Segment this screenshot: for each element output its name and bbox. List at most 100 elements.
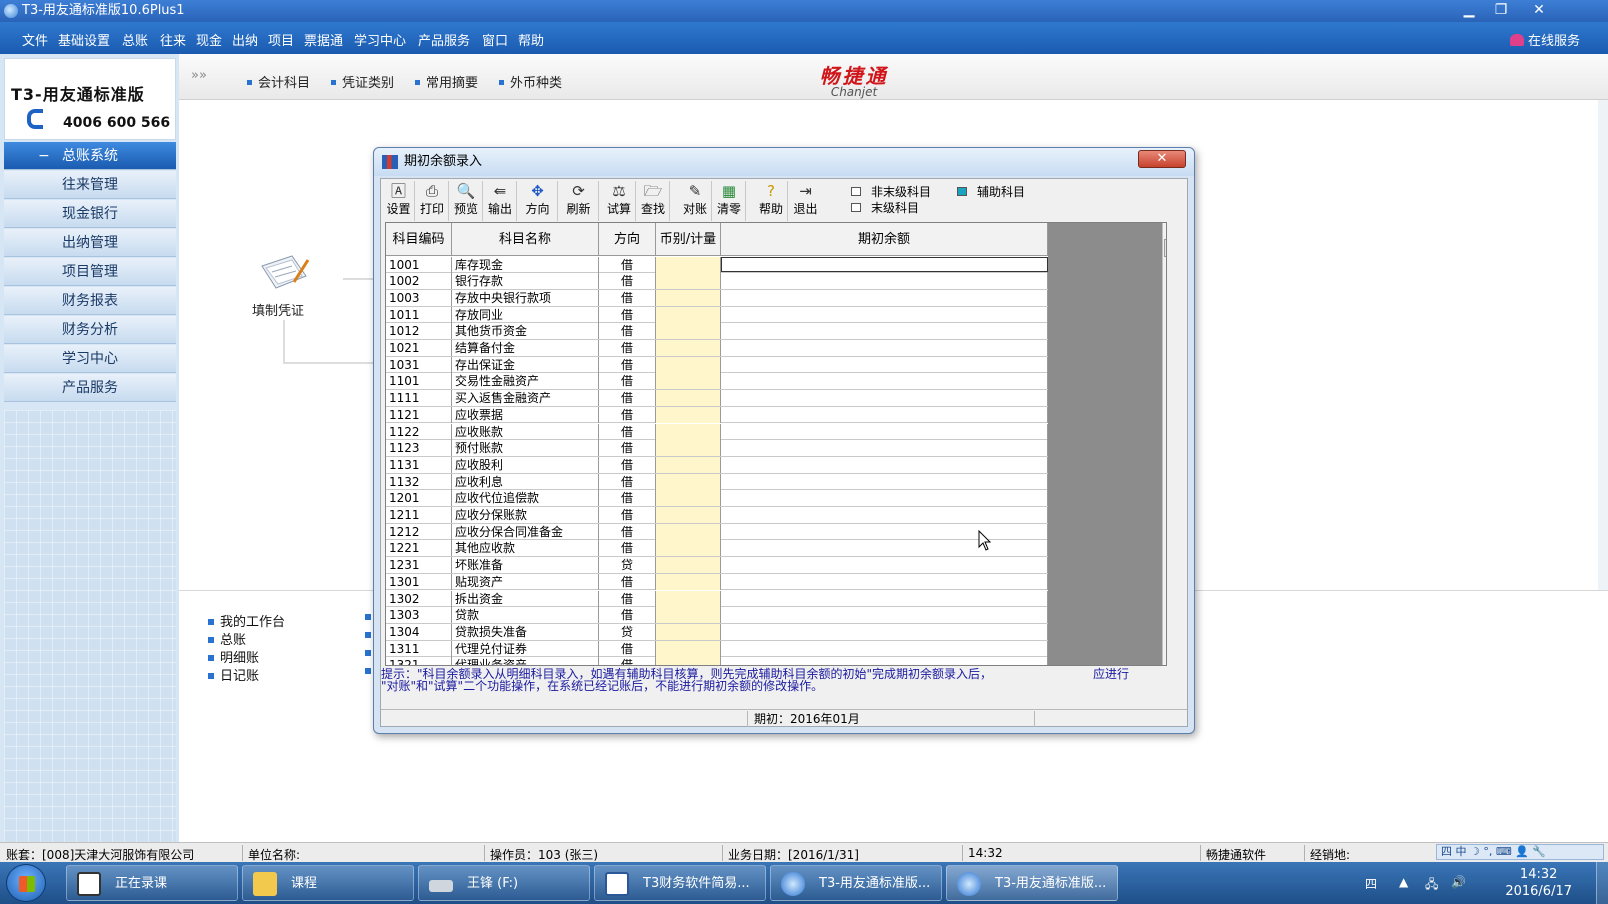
quick-link-currency[interactable]: 外币种类: [499, 72, 562, 91]
table-row[interactable]: 1201 应收代位追偿款借: [386, 490, 1048, 507]
quick-link-common-summary[interactable]: 常用摘要: [415, 72, 478, 91]
vertical-scrollbar[interactable]: ▲ ▼: [1162, 223, 1166, 665]
table-row[interactable]: 1221 其他应收款借: [386, 540, 1048, 558]
col-header-name[interactable]: 科目名称: [452, 223, 599, 256]
cell-direction[interactable]: 借: [599, 607, 656, 624]
reconcile-button[interactable]: ✎ 对账: [679, 181, 712, 221]
cell-currency[interactable]: [656, 406, 721, 423]
cell-account-name[interactable]: 银行存款: [452, 273, 599, 290]
table-row[interactable]: 1311 代理兑付证券借: [386, 640, 1048, 658]
cell-opening-balance[interactable]: [721, 390, 1048, 407]
cell-account-code[interactable]: 1101: [386, 373, 452, 390]
cell-account-code[interactable]: 1021: [386, 340, 452, 356]
cell-account-name[interactable]: 其他货币资金: [452, 323, 599, 340]
cell-currency[interactable]: [656, 340, 721, 356]
balance-edit-cell[interactable]: [721, 257, 1048, 272]
cell-opening-balance[interactable]: [721, 406, 1048, 423]
clear-button[interactable]: ▦ 清零: [713, 181, 746, 221]
cell-account-code[interactable]: 1221: [386, 540, 452, 557]
taskbar-item-t3-2[interactable]: T3-用友通标准版...: [946, 865, 1118, 901]
cell-account-name[interactable]: 应收账款: [452, 423, 599, 440]
cell-opening-balance[interactable]: [721, 523, 1048, 540]
cell-account-code[interactable]: 1132: [386, 473, 452, 490]
network-icon[interactable]: 🖧: [1425, 875, 1438, 896]
show-desktop-button[interactable]: [1596, 862, 1608, 904]
cell-currency[interactable]: [656, 623, 721, 640]
cell-direction[interactable]: 借: [599, 273, 656, 290]
cell-account-name[interactable]: 应收代位追偿款: [452, 490, 599, 507]
language-icon[interactable]: 四: [1365, 875, 1377, 892]
cell-opening-balance[interactable]: [721, 623, 1048, 640]
scroll-thumb[interactable]: [1164, 239, 1166, 257]
cell-account-name[interactable]: 库存现金: [452, 256, 599, 273]
menu-learning[interactable]: 学习中心: [354, 30, 406, 49]
cell-account-name[interactable]: 其他应收款: [452, 540, 599, 557]
sidebar-item-reports[interactable]: 财务报表: [4, 287, 176, 315]
cell-opening-balance[interactable]: [721, 573, 1048, 590]
cell-opening-balance[interactable]: [721, 607, 1048, 624]
menu-project[interactable]: 项目: [268, 30, 294, 49]
cell-account-code[interactable]: 1303: [386, 607, 452, 624]
cell-direction[interactable]: 借: [599, 340, 656, 356]
cell-direction[interactable]: 借: [599, 406, 656, 423]
cell-account-name[interactable]: 交易性金融资产: [452, 373, 599, 390]
cell-account-code[interactable]: 1121: [386, 406, 452, 423]
cell-currency[interactable]: [656, 490, 721, 507]
settings-button[interactable]: 🄰 设置: [383, 181, 415, 221]
volume-icon[interactable]: 🔊: [1451, 875, 1466, 889]
sidebar-item-product-service[interactable]: 产品服务: [4, 374, 176, 402]
cell-account-code[interactable]: 1003: [386, 289, 452, 306]
cell-opening-balance[interactable]: [721, 657, 1048, 665]
menu-cash[interactable]: 现金: [196, 30, 222, 49]
tray-expand-icon[interactable]: ▲: [1399, 875, 1408, 889]
table-row[interactable]: 1131 应收股利借: [386, 456, 1048, 474]
table-row[interactable]: 1101 交易性金融资产借: [386, 373, 1048, 391]
close-window-button[interactable]: ✕: [1522, 0, 1556, 20]
cell-account-name[interactable]: 买入返售金融资产: [452, 390, 599, 407]
cell-account-name[interactable]: 存放同业: [452, 306, 599, 323]
cell-opening-balance[interactable]: [721, 507, 1048, 523]
exit-button[interactable]: ⇥ 退出: [789, 181, 822, 221]
dialog-close-button[interactable]: ✕: [1138, 150, 1186, 168]
cell-account-code[interactable]: 1231: [386, 557, 452, 574]
table-row[interactable]: 1231 坏账准备贷: [386, 557, 1048, 574]
sidebar-item-learning[interactable]: 学习中心: [4, 345, 176, 373]
cell-account-code[interactable]: 1302: [386, 590, 452, 607]
menu-window[interactable]: 窗口: [482, 30, 508, 49]
cell-account-name[interactable]: 贷款: [452, 607, 599, 624]
table-row[interactable]: 1321 代理业务资产借: [386, 657, 1048, 665]
cell-opening-balance[interactable]: [721, 473, 1048, 490]
cell-direction[interactable]: 借: [599, 289, 656, 306]
cell-currency[interactable]: [656, 523, 721, 540]
taskbar-item-drive[interactable]: 王锋 (F:): [418, 865, 590, 901]
cell-currency[interactable]: [656, 323, 721, 340]
cell-account-code[interactable]: 1201: [386, 490, 452, 507]
cell-direction[interactable]: 借: [599, 640, 656, 657]
quick-link-voucher-types[interactable]: 凭证类别: [331, 72, 394, 91]
cell-direction[interactable]: 借: [599, 440, 656, 457]
cell-currency[interactable]: [656, 423, 721, 440]
cell-currency[interactable]: [656, 507, 721, 523]
workspace-link-journal[interactable]: 日记账: [208, 665, 259, 684]
preview-button[interactable]: 🔍 预览: [450, 181, 483, 221]
cell-direction[interactable]: 借: [599, 456, 656, 473]
table-row[interactable]: 1302 拆出资金借: [386, 590, 1048, 608]
cell-opening-balance[interactable]: [721, 373, 1048, 390]
table-row[interactable]: 1003 存放中央银行款项借: [386, 289, 1048, 307]
menu-general-ledger[interactable]: 总账: [122, 30, 148, 49]
quick-link-accounts[interactable]: 会计科目: [247, 72, 310, 91]
cell-account-name[interactable]: 应收分保合同准备金: [452, 523, 599, 540]
fill-voucher-label[interactable]: 填制凭证: [252, 300, 304, 319]
cell-account-name[interactable]: 存出保证金: [452, 356, 599, 373]
cell-direction[interactable]: 借: [599, 490, 656, 507]
table-row[interactable]: 1011 存放同业借: [386, 306, 1048, 324]
cell-direction[interactable]: 贷: [599, 557, 656, 574]
cell-currency[interactable]: [656, 473, 721, 490]
cell-account-name[interactable]: 代理兑付证券: [452, 640, 599, 657]
help-button[interactable]: ? 帮助: [755, 181, 788, 221]
cell-direction[interactable]: 借: [599, 423, 656, 440]
col-header-currency[interactable]: 币别/计量: [656, 223, 721, 256]
table-row[interactable]: 1002 银行存款借: [386, 273, 1048, 290]
col-header-balance[interactable]: 期初余额: [721, 223, 1048, 256]
cell-direction[interactable]: 借: [599, 590, 656, 607]
